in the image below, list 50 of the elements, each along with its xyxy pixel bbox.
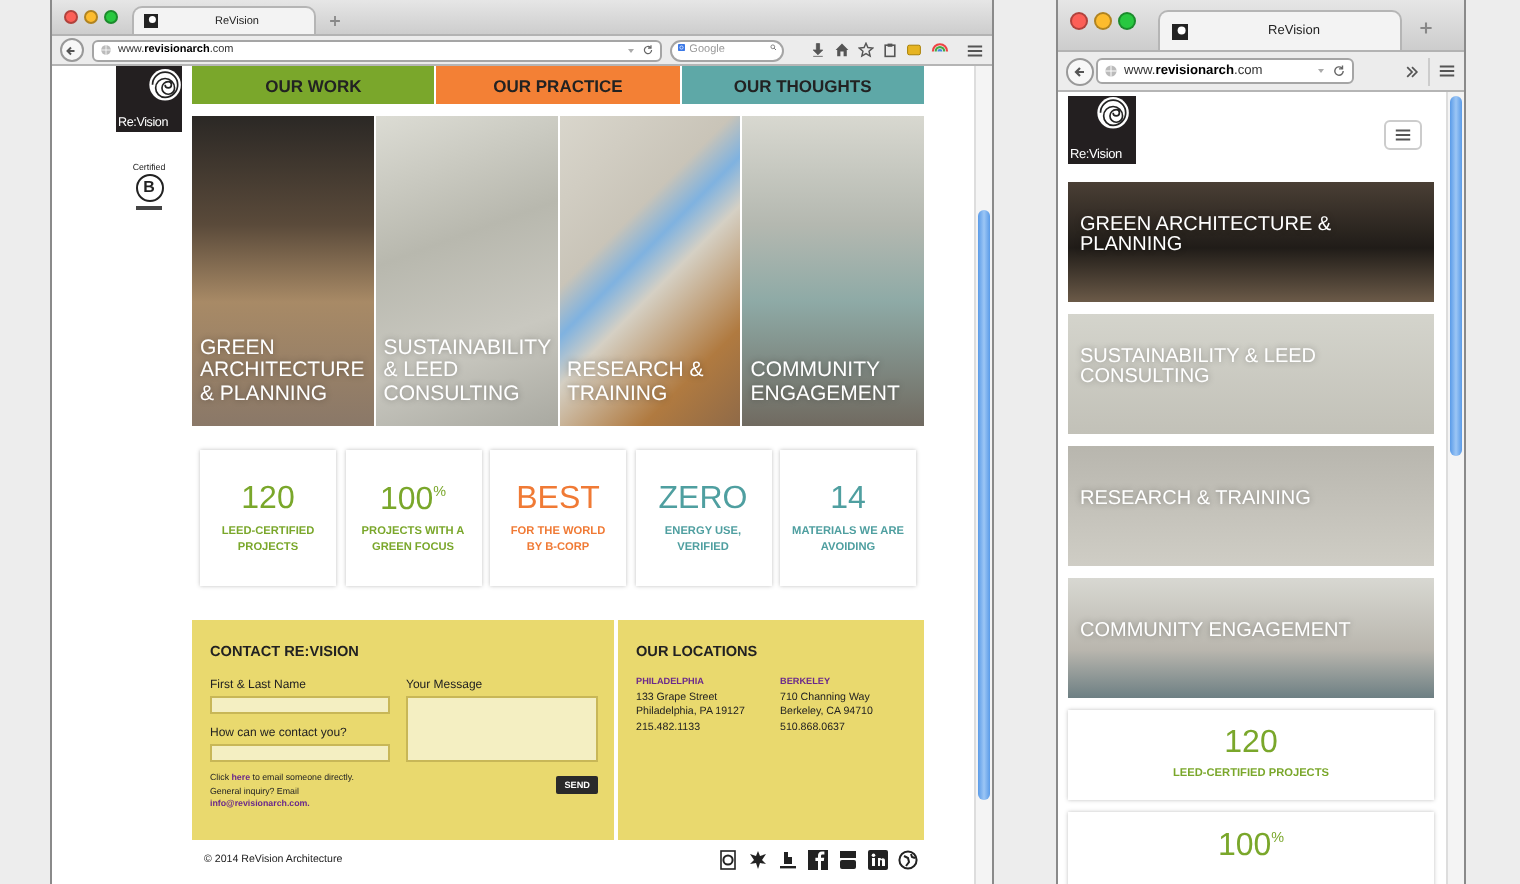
menu-icon[interactable]: [1438, 62, 1456, 80]
stat-value: BEST: [516, 484, 600, 516]
globe-icon: [99, 44, 112, 56]
stat-value: 120: [241, 484, 295, 516]
scrollbar-thumb[interactable]: [1450, 96, 1462, 456]
back-arrow-icon: [64, 43, 79, 57]
clipboard-icon[interactable]: [882, 42, 899, 58]
download-icon[interactable]: [810, 42, 827, 58]
new-tab-button[interactable]: [1418, 20, 1434, 36]
extension-icon[interactable]: [906, 42, 923, 58]
stat-value: 100$^{%}$: [379, 484, 447, 517]
zoom-button[interactable]: [104, 10, 118, 24]
menu-icon: [1394, 126, 1412, 144]
stat-value: 14: [830, 484, 866, 516]
nav-tab[interactable]: OUR THOUGHTS: [681, 66, 924, 104]
scrollbar[interactable]: [974, 66, 992, 884]
text-input[interactable]: [210, 744, 390, 762]
stat-value: ZERO: [658, 484, 748, 516]
category-tile[interactable]: COMMUNITY ENGAGEMENT: [742, 116, 924, 426]
menu-button[interactable]: [1384, 120, 1422, 150]
reload-icon[interactable]: [1332, 64, 1346, 78]
scrollbar[interactable]: [1446, 92, 1464, 884]
nav-tab[interactable]: OUR WORK: [192, 66, 435, 104]
site-favicon: [1172, 23, 1188, 39]
overflow-chevron-icon[interactable]: [1404, 63, 1420, 79]
zoom-button[interactable]: [1118, 12, 1136, 30]
back-button[interactable]: [60, 38, 84, 62]
home-icon[interactable]: [834, 42, 851, 58]
minimize-button[interactable]: [84, 10, 98, 24]
category-tile[interactable]: GREEN ARCHITECTURE & PLANNING: [1068, 182, 1434, 302]
close-button[interactable]: [1070, 12, 1088, 30]
globe-icon: [1104, 64, 1118, 78]
minimize-button[interactable]: [1094, 12, 1112, 30]
category-tile[interactable]: GREEN ARCHITECTURE & PLANNING: [192, 116, 374, 426]
back-button[interactable]: [1066, 57, 1094, 85]
category-tile[interactable]: RESEARCH & TRAINING: [559, 116, 741, 426]
scrollbar-thumb[interactable]: [978, 210, 990, 800]
reload-icon[interactable]: [642, 44, 655, 56]
nav-tab[interactable]: OUR PRACTICE: [436, 66, 680, 104]
badge-mark: B: [135, 174, 163, 203]
new-tab-button[interactable]: [328, 14, 342, 28]
stat-value: 120: [1224, 728, 1278, 760]
stat-value: 100$^{%}$: [1217, 830, 1285, 863]
close-button[interactable]: [64, 10, 78, 24]
site-favicon: [144, 14, 158, 28]
text-input[interactable]: [210, 696, 390, 714]
search-engine-icon: [678, 44, 686, 56]
menu-icon[interactable]: [966, 41, 985, 59]
star-icon[interactable]: [858, 42, 875, 58]
back-arrow-icon: [1072, 63, 1088, 79]
